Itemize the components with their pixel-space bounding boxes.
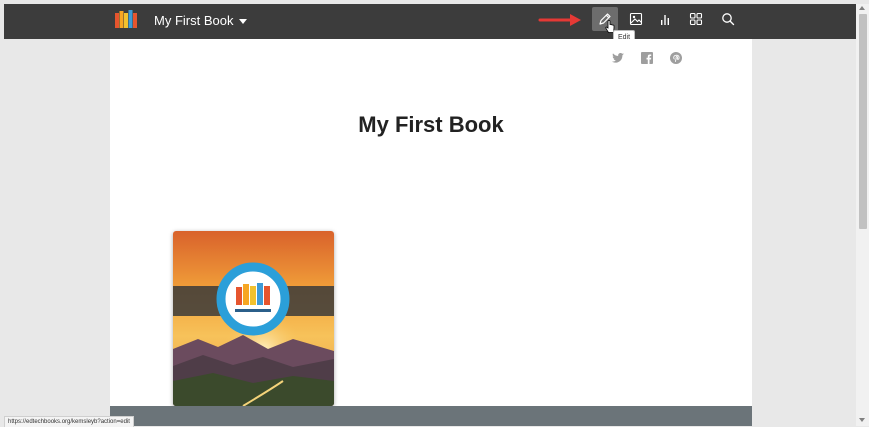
twitter-icon[interactable] (611, 51, 625, 65)
scrollbar-thumb[interactable] (859, 14, 867, 229)
red-arrow-annotation-icon (538, 14, 581, 26)
grid-icon (689, 12, 703, 26)
book-cover-image[interactable] (173, 231, 334, 406)
analytics-button[interactable] (652, 7, 678, 31)
edtechbooks-logo-icon[interactable] (115, 10, 137, 28)
facebook-icon[interactable] (640, 51, 654, 65)
caret-down-icon (239, 18, 248, 24)
status-bar-url: https://edtechbooks.org/kemsleyb?action=… (4, 416, 134, 427)
search-button[interactable] (715, 7, 741, 31)
bar-chart-icon (661, 15, 669, 25)
search-icon (722, 13, 735, 26)
scroll-up-arrow-icon[interactable] (859, 6, 865, 10)
pinterest-icon[interactable] (669, 51, 683, 65)
book-title-label: My First Book (154, 13, 234, 28)
image-icon (629, 12, 643, 26)
book-title-dropdown[interactable]: My First Book (154, 11, 248, 31)
page-title: My First Book (358, 112, 504, 137)
scroll-down-arrow-icon[interactable] (859, 418, 865, 422)
image-button[interactable] (623, 7, 649, 31)
collections-button[interactable] (683, 7, 709, 31)
page-footer-bar (110, 406, 752, 426)
book-cover-artwork (173, 231, 334, 406)
